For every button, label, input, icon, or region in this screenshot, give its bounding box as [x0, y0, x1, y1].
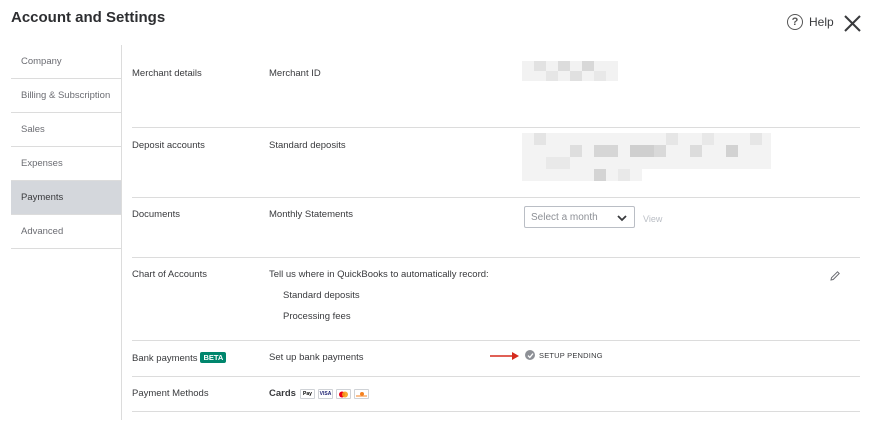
close-icon[interactable] [843, 14, 862, 33]
merchant-details-row[interactable]: Merchant details Merchant ID [132, 45, 860, 128]
bank-payments-row[interactable]: Bank payments BETA Set up bank payments S… [132, 341, 860, 377]
sidebar-item-expenses[interactable]: Expenses [11, 147, 121, 181]
chart-of-accounts-description: Tell us where in QuickBooks to automatic… [269, 269, 489, 280]
bank-payments-label: Bank payments [132, 353, 198, 364]
deposit-accounts-row[interactable]: Deposit accounts Standard deposits [132, 128, 860, 198]
documents-heading: Documents [132, 209, 181, 220]
sidebar-item-sales[interactable]: Sales [11, 113, 121, 147]
sidebar-item-company[interactable]: Company [11, 45, 121, 79]
sidebar-divider [121, 45, 122, 420]
documents-row: Documents Monthly Statements Select a mo… [132, 198, 860, 258]
deposit-accounts-heading: Deposit accounts [132, 140, 205, 151]
discover-icon [354, 389, 369, 399]
setup-pending-text: SETUP PENDING [539, 350, 603, 360]
payment-methods-heading: Payment Methods [132, 388, 209, 399]
mastercard-icon [336, 389, 351, 399]
monthly-statements-label: Monthly Statements [269, 209, 353, 220]
merchant-id-label: Merchant ID [269, 68, 321, 79]
page-title: Account and Settings [11, 9, 166, 26]
bank-payments-heading: Bank payments BETA [132, 352, 227, 364]
month-select-value: Select a month [531, 211, 598, 223]
deposit-account-redacted [522, 133, 771, 181]
standard-deposits-label: Standard deposits [269, 140, 346, 151]
chart-of-accounts-row[interactable]: Chart of Accounts Tell us where in Quick… [132, 258, 860, 341]
chevron-down-icon [617, 215, 627, 222]
help-icon: ? [787, 14, 803, 30]
payment-methods-row[interactable]: Payment Methods Cards Pay VISA [132, 377, 860, 412]
processing-fees-account-label: Processing fees [283, 311, 351, 322]
pencil-icon[interactable] [829, 270, 841, 282]
setup-bank-payments-label: Set up bank payments [269, 352, 364, 363]
merchant-id-redacted [522, 61, 618, 81]
chart-of-accounts-heading: Chart of Accounts [132, 269, 207, 280]
cards-label: Cards [269, 388, 296, 399]
help-button[interactable]: ? Help [787, 14, 834, 30]
sidebar-item-billing[interactable]: Billing & Subscription [11, 79, 121, 113]
check-circle-icon [525, 350, 535, 360]
view-statement-link[interactable]: View [643, 214, 662, 224]
beta-badge: BETA [200, 352, 227, 363]
setup-pending-status: SETUP PENDING [525, 350, 603, 360]
month-select[interactable]: Select a month [524, 206, 635, 228]
standard-deposits-account-label: Standard deposits [283, 290, 360, 301]
apple-pay-icon: Pay [300, 389, 315, 399]
visa-icon: VISA [318, 389, 333, 399]
merchant-details-heading: Merchant details [132, 68, 202, 79]
sidebar-item-advanced[interactable]: Advanced [11, 215, 121, 249]
help-label: Help [809, 15, 834, 29]
arrow-right-icon [490, 352, 519, 360]
settings-sidebar: Company Billing & Subscription Sales Exp… [11, 45, 121, 249]
sidebar-item-payments[interactable]: Payments [11, 181, 121, 215]
